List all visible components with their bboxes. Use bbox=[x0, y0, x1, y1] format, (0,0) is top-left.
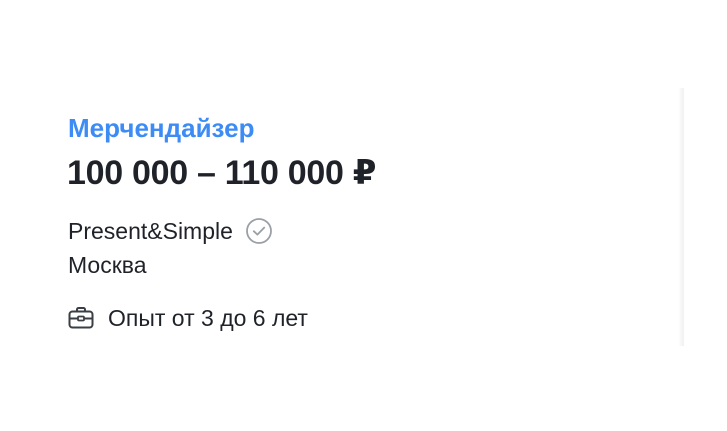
company-name-link[interactable]: Present&Simple bbox=[68, 215, 233, 247]
card-edge-shadow bbox=[678, 88, 684, 346]
experience-text: Опыт от 3 до 6 лет bbox=[108, 305, 308, 331]
vacancy-title-link[interactable]: Мерчендайзер bbox=[68, 112, 254, 144]
verified-check-icon bbox=[245, 217, 273, 245]
experience-row: Опыт от 3 до 6 лет bbox=[67, 302, 308, 334]
city: Москва bbox=[68, 252, 147, 278]
salary: 100 000 – 110 000 ₽ bbox=[67, 154, 377, 192]
vacancy-page: Мерчендайзер 100 000 – 110 000 ₽ Present… bbox=[0, 0, 727, 431]
briefcase-icon bbox=[67, 304, 95, 332]
company-row: Present&Simple bbox=[68, 215, 273, 247]
